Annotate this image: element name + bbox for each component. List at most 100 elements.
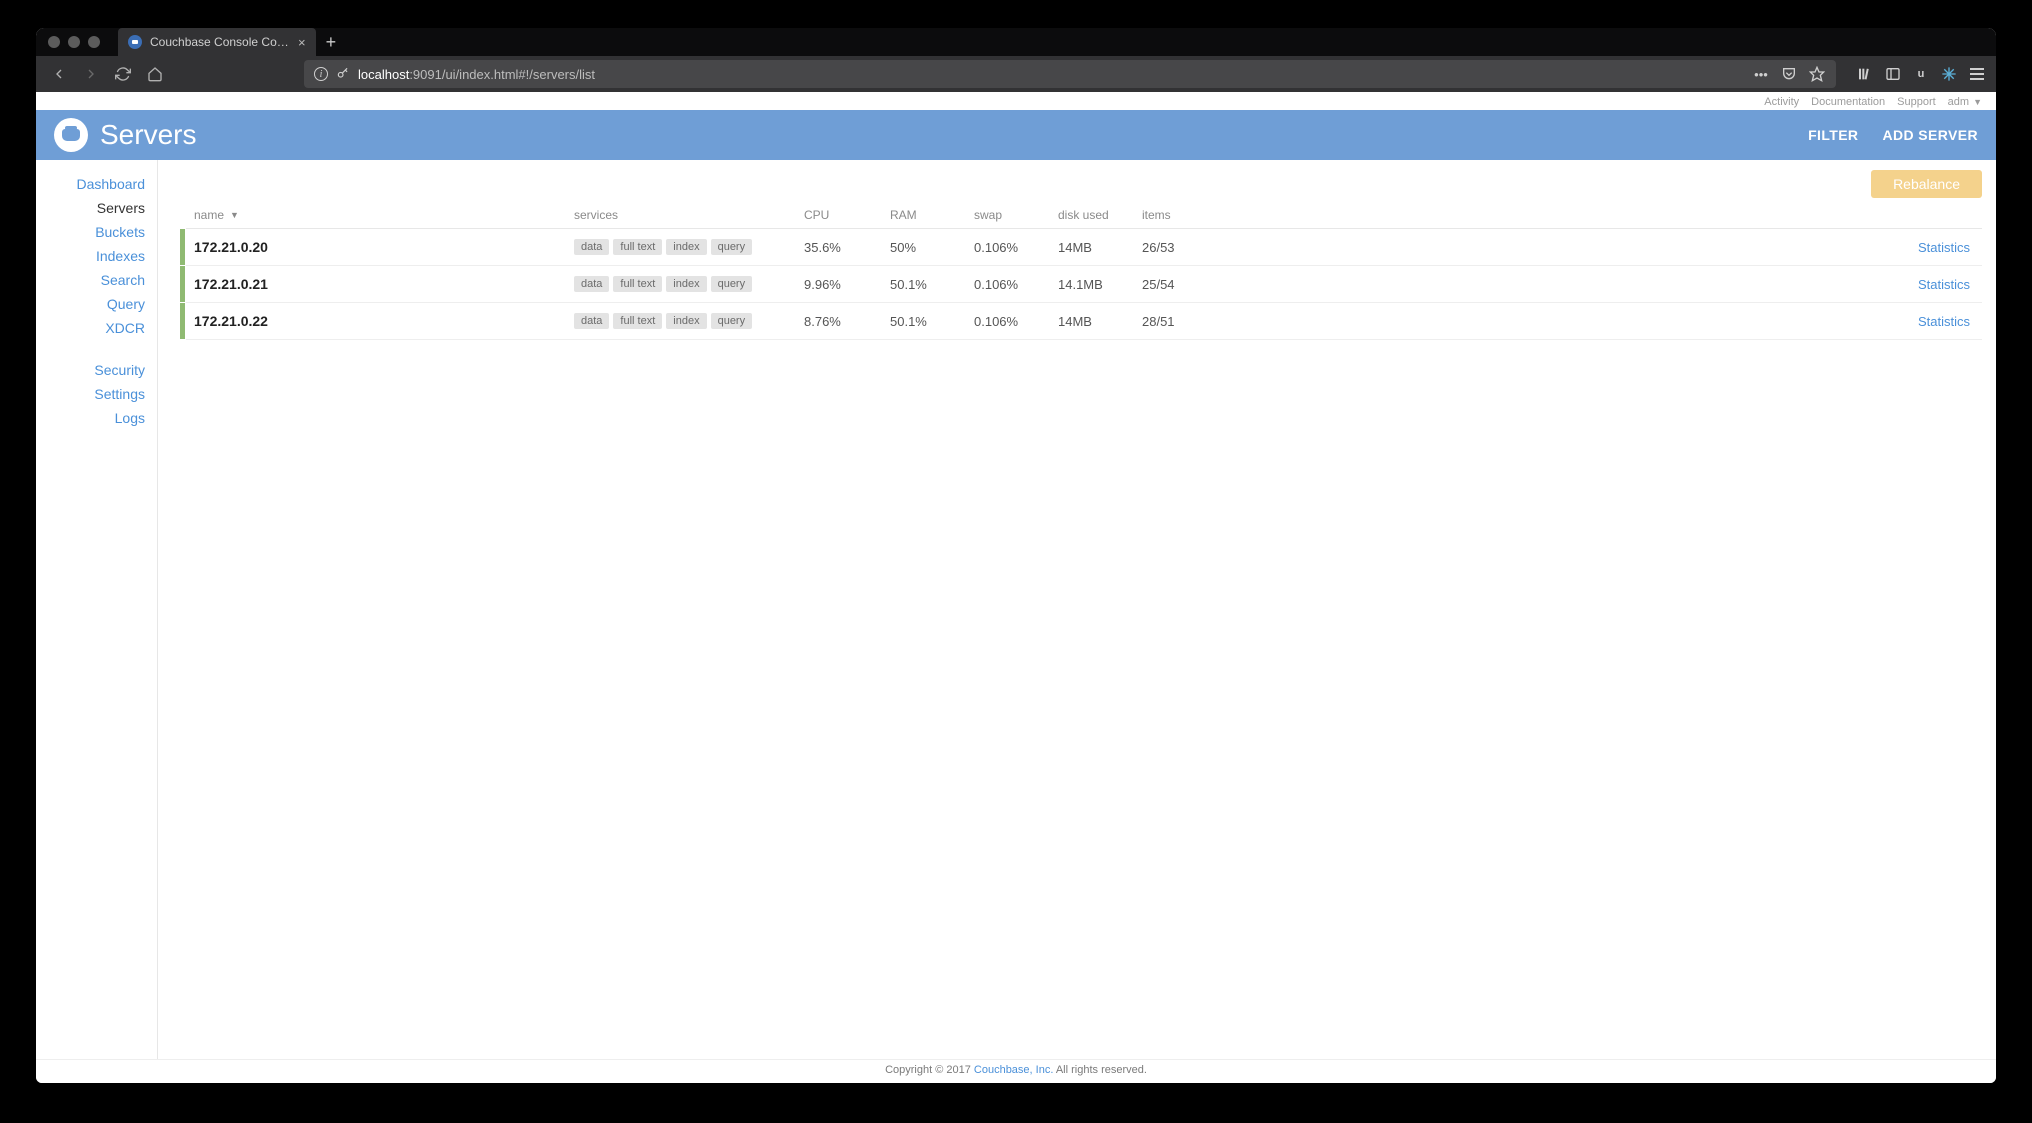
sidebar-item-settings[interactable]: Settings: [36, 382, 157, 406]
app-root: Activity Documentation Support adm ▼ Ser…: [36, 92, 1996, 1083]
url-bar[interactable]: i localhost:9091/ui/index.html#!/servers…: [304, 60, 1836, 88]
app-header: Servers FILTER ADD SERVER: [36, 110, 1996, 160]
footer: Copyright © 2017 Couchbase, Inc. All rig…: [36, 1059, 1996, 1083]
user-label: adm: [1948, 96, 1969, 108]
tab-favicon: [128, 35, 142, 49]
user-menu[interactable]: adm ▼: [1948, 96, 1982, 108]
footer-prefix: Copyright © 2017: [885, 1064, 974, 1076]
main-panel: Rebalance name ▼ services CPU RAM swap d…: [158, 160, 1996, 1059]
service-tag: data: [574, 313, 609, 329]
statistics-link[interactable]: Statistics: [1874, 240, 1974, 255]
col-cpu-header: CPU: [804, 208, 890, 222]
col-name-header[interactable]: name ▼: [194, 208, 574, 222]
window-minimize[interactable]: [68, 36, 80, 48]
server-name: 172.21.0.22: [194, 313, 574, 329]
window-controls[interactable]: [48, 36, 100, 48]
sidebar-item-search[interactable]: Search: [36, 268, 157, 292]
new-tab-button[interactable]: +: [326, 32, 337, 53]
cell-cpu: 8.76%: [804, 314, 890, 329]
nav-reload-button[interactable]: [110, 61, 136, 87]
col-ram-header: RAM: [890, 208, 974, 222]
col-items-header: items: [1142, 208, 1874, 222]
cell-disk: 14MB: [1058, 314, 1142, 329]
service-tags: datafull textindex query: [574, 239, 804, 255]
sidebar-item-indexes[interactable]: Indexes: [36, 244, 157, 268]
cell-disk: 14.1MB: [1058, 277, 1142, 292]
ext-badge-icon[interactable]: u: [1912, 65, 1930, 83]
statistics-link[interactable]: Statistics: [1874, 314, 1974, 329]
server-row[interactable]: 172.21.0.22datafull textindexquery8.76%5…: [186, 303, 1982, 340]
service-tag: data: [574, 276, 609, 292]
cell-items: 25/54: [1142, 277, 1874, 292]
browser-toolbar: i localhost:9091/ui/index.html#!/servers…: [36, 56, 1996, 92]
service-tag: query: [711, 313, 753, 329]
service-tag: full text: [613, 276, 662, 292]
browser-window: Couchbase Console Communit × + i: [36, 28, 1996, 1083]
footer-link[interactable]: Couchbase, Inc.: [974, 1064, 1054, 1076]
service-tag: index: [666, 313, 706, 329]
filter-button[interactable]: FILTER: [1808, 127, 1858, 143]
caret-down-icon: ▼: [1973, 97, 1982, 107]
sidebar-item-buckets[interactable]: Buckets: [36, 220, 157, 244]
library-icon[interactable]: [1856, 65, 1874, 83]
service-tags: datafull textindex query: [574, 276, 804, 292]
app-menu-icon[interactable]: [1968, 65, 1986, 83]
utility-nav: Activity Documentation Support adm ▼: [36, 92, 1996, 110]
sidebar-item-security[interactable]: Security: [36, 358, 157, 382]
add-server-button[interactable]: ADD SERVER: [1882, 127, 1978, 143]
nav-forward-button[interactable]: [78, 61, 104, 87]
tab-title: Couchbase Console Communit: [150, 35, 290, 49]
browser-tabbar: Couchbase Console Communit × +: [36, 28, 1996, 56]
toolbar-right: u: [1852, 65, 1986, 83]
sidebar-item-query[interactable]: Query: [36, 292, 157, 316]
cell-items: 26/53: [1142, 240, 1874, 255]
page-title: Servers: [100, 119, 196, 151]
cell-items: 28/51: [1142, 314, 1874, 329]
server-name: 172.21.0.20: [194, 239, 574, 255]
service-tag: full text: [613, 313, 662, 329]
col-swap-header: swap: [974, 208, 1058, 222]
service-tag: query: [711, 276, 753, 292]
server-row[interactable]: 172.21.0.21datafull textindexquery9.96%5…: [186, 266, 1982, 303]
ext-snowflake-icon[interactable]: [1940, 65, 1958, 83]
util-activity-link[interactable]: Activity: [1764, 96, 1799, 108]
service-tag: query: [711, 239, 753, 255]
util-support-link[interactable]: Support: [1897, 96, 1936, 108]
cell-ram: 50.1%: [890, 277, 974, 292]
url-text: localhost:9091/ui/index.html#!/servers/l…: [358, 67, 595, 82]
service-tag: index: [666, 239, 706, 255]
browser-tab[interactable]: Couchbase Console Communit ×: [118, 28, 316, 56]
sidebar-item-servers[interactable]: Servers: [36, 196, 157, 220]
server-row[interactable]: 172.21.0.20datafull textindex query 35.6%5…: [186, 229, 1982, 266]
service-tag: index: [666, 276, 706, 292]
sidebar-item-logs[interactable]: Logs: [36, 406, 157, 430]
nav-home-button[interactable]: [142, 61, 168, 87]
table-header: name ▼ services CPU RAM swap disk used i…: [186, 204, 1982, 229]
cell-swap: 0.106%: [974, 277, 1058, 292]
sidebar-toggle-icon[interactable]: [1884, 65, 1902, 83]
content: DashboardServersBucketsIndexesSearchQuer…: [36, 160, 1996, 1059]
app-logo: [54, 118, 88, 152]
pocket-icon[interactable]: [1780, 65, 1798, 83]
col-disk-header: disk used: [1058, 208, 1142, 222]
service-tags: datafull textindex query: [574, 313, 804, 329]
page-action-menu-icon[interactable]: •••: [1752, 65, 1770, 83]
nav-back-button[interactable]: [46, 61, 72, 87]
sidebar-item-xdcr[interactable]: XDCR: [36, 316, 157, 340]
cell-cpu: 35.6%: [804, 240, 890, 255]
tab-close-icon[interactable]: ×: [298, 35, 306, 50]
sidebar-item-dashboard[interactable]: Dashboard: [36, 172, 157, 196]
window-close[interactable]: [48, 36, 60, 48]
cell-ram: 50%: [890, 240, 974, 255]
footer-suffix: All rights reserved.: [1053, 1064, 1147, 1076]
window-maximize[interactable]: [88, 36, 100, 48]
service-tag: full text: [613, 239, 662, 255]
site-info-icon[interactable]: i: [314, 67, 328, 81]
util-documentation-link[interactable]: Documentation: [1811, 96, 1885, 108]
rebalance-button[interactable]: Rebalance: [1871, 170, 1982, 198]
statistics-link[interactable]: Statistics: [1874, 277, 1974, 292]
bookmark-star-icon[interactable]: [1808, 65, 1826, 83]
sort-caret-icon: ▼: [230, 210, 239, 220]
service-tag: data: [574, 239, 609, 255]
permissions-icon[interactable]: [336, 66, 350, 83]
